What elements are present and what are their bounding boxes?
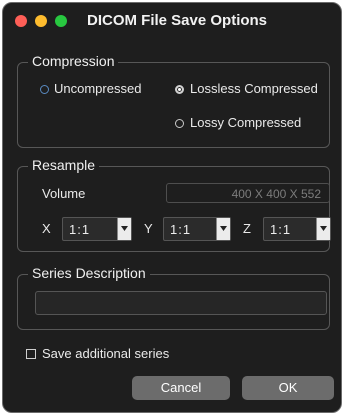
- cancel-button[interactable]: Cancel: [132, 376, 230, 400]
- x-ratio-value: 1:1: [69, 222, 91, 237]
- volume-field: 400 X 400 X 552: [166, 183, 330, 203]
- x-label: X: [42, 221, 51, 236]
- z-ratio-value: 1:1: [270, 222, 292, 237]
- y-label: Y: [144, 221, 153, 236]
- volume-label: Volume: [42, 186, 86, 201]
- x-ratio-select[interactable]: 1:1: [62, 217, 132, 241]
- y-ratio-select[interactable]: 1:1: [163, 217, 231, 241]
- series-description-group: Series Description: [17, 263, 330, 330]
- resample-group: Resample Volume 400 X 400 X 552 X 1:1 Y …: [17, 155, 331, 252]
- series-description-title: Series Description: [28, 263, 150, 283]
- lossy-compressed-radio[interactable]: [175, 119, 184, 128]
- save-additional-series-checkbox[interactable]: [26, 349, 36, 359]
- dialog-window: DICOM File Save Options Compression Unco…: [2, 2, 342, 413]
- y-ratio-value: 1:1: [170, 222, 192, 237]
- lossless-compressed-label[interactable]: Lossless Compressed: [190, 81, 318, 96]
- lossless-compressed-radio[interactable]: [175, 85, 184, 94]
- series-description-input[interactable]: [35, 291, 327, 315]
- chevron-down-icon[interactable]: [216, 218, 230, 240]
- lossy-compressed-label[interactable]: Lossy Compressed: [190, 115, 301, 130]
- save-additional-series-label[interactable]: Save additional series: [42, 346, 169, 361]
- chevron-down-icon[interactable]: [117, 218, 131, 240]
- zoom-window-button[interactable]: [55, 15, 67, 27]
- compression-group-title: Compression: [28, 51, 119, 71]
- title-bar: DICOM File Save Options: [3, 3, 341, 39]
- chevron-down-icon[interactable]: [316, 218, 330, 240]
- uncompressed-radio[interactable]: [40, 85, 49, 94]
- z-ratio-select[interactable]: 1:1: [263, 217, 331, 241]
- compression-group: Compression Uncompressed Lossless Compre…: [17, 51, 330, 148]
- resample-group-title: Resample: [28, 155, 100, 175]
- uncompressed-label[interactable]: Uncompressed: [54, 81, 141, 96]
- window-title: DICOM File Save Options: [87, 12, 268, 29]
- close-window-button[interactable]: [15, 15, 27, 27]
- minimize-window-button[interactable]: [35, 15, 47, 27]
- z-label: Z: [243, 221, 251, 236]
- ok-button[interactable]: OK: [242, 376, 334, 400]
